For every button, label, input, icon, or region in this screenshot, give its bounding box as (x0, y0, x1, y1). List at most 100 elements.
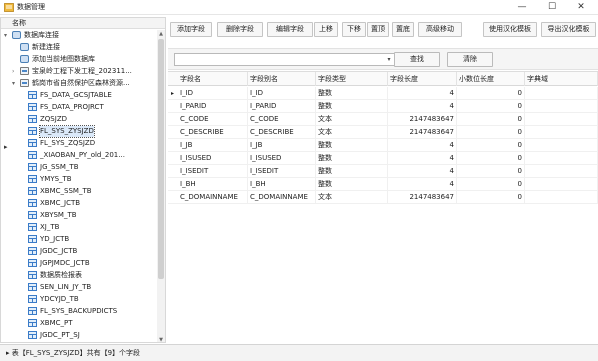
table-cell[interactable]: 0 (457, 139, 525, 152)
table-cell[interactable]: I_ID (178, 87, 248, 100)
table-cell[interactable]: C_DOMAINNAME (248, 191, 316, 204)
toolbar-button[interactable]: 上移 (314, 22, 338, 37)
table-cell[interactable] (525, 152, 598, 165)
toolbar-button[interactable]: 使用汉化模板 (483, 22, 537, 37)
toolbar-button[interactable]: 置顶 (367, 22, 389, 37)
tree-item[interactable]: JGDC_PT_SJ (1, 330, 157, 341)
scroll-down-icon[interactable]: ▼ (157, 336, 165, 342)
tree-item[interactable]: YMYS_TB (1, 174, 157, 185)
table-cell[interactable] (525, 87, 598, 100)
expand-arrow-icon[interactable]: › (12, 66, 14, 77)
tree-item[interactable]: XJ_TB (1, 222, 157, 233)
table-cell[interactable]: I_JB (248, 139, 316, 152)
table-cell[interactable]: 2147483647 (388, 113, 457, 126)
scrollbar-thumb[interactable] (158, 39, 164, 279)
table-cell[interactable]: I_BH (248, 178, 316, 191)
table-cell[interactable]: 整数 (316, 100, 388, 113)
table-row[interactable]: I_BH I_BH 整数 4 0 (168, 178, 598, 191)
table-row[interactable]: I_PARID I_PARID 整数 4 0 (168, 100, 598, 113)
find-button[interactable]: 查找 (394, 52, 440, 67)
table-row[interactable]: C_CODE C_CODE 文本 2147483647 0 (168, 113, 598, 126)
tree-item[interactable]: FS_DATA_PROJRCT (1, 102, 157, 113)
tree-item[interactable]: JG_SSM_TB (1, 162, 157, 173)
expand-arrow-icon[interactable]: ▾ (4, 30, 7, 41)
table-cell[interactable]: 4 (388, 139, 457, 152)
table-cell[interactable]: I_PARID (248, 100, 316, 113)
table-cell[interactable]: 文本 (316, 191, 388, 204)
table-cell[interactable]: 0 (457, 191, 525, 204)
table-cell[interactable]: 整数 (316, 178, 388, 191)
table-cell[interactable]: 4 (388, 100, 457, 113)
table-cell[interactable] (525, 178, 598, 191)
minimize-button[interactable]: — (507, 0, 537, 15)
table-cell[interactable]: 整数 (316, 87, 388, 100)
table-cell[interactable]: 0 (457, 165, 525, 178)
table-row[interactable]: I_ISEDIT I_ISEDIT 整数 4 0 (168, 165, 598, 178)
tree-item[interactable]: SEN_LIN_JY_TB (1, 282, 157, 293)
table-row[interactable]: ▸ I_ID I_ID 整数 4 0 (168, 87, 598, 100)
tree-item[interactable]: XBMC_PT (1, 318, 157, 329)
toolbar-button[interactable]: 编辑字段 (267, 22, 313, 37)
toolbar-button[interactable]: 导出汉化模板 (541, 22, 596, 37)
table-cell[interactable]: I_ISEDIT (248, 165, 316, 178)
table-cell[interactable]: I_JB (178, 139, 248, 152)
table-cell[interactable]: 2147483647 (388, 191, 457, 204)
table-cell[interactable]: 0 (457, 126, 525, 139)
table-cell[interactable]: I_PARID (178, 100, 248, 113)
table-cell[interactable]: C_DOMAINNAME (178, 191, 248, 204)
table-cell[interactable]: 0 (457, 100, 525, 113)
tree-item[interactable]: ▾ 鹤岗市省自然保护区森林资源... (1, 78, 157, 89)
toolbar-button[interactable]: 下移 (342, 22, 366, 37)
tree-item[interactable]: › 宝泉岭工程下发工程_202311... (1, 66, 157, 77)
table-cell[interactable]: C_DESCRIBE (178, 126, 248, 139)
table-row[interactable]: C_DOMAINNAME C_DOMAINNAME 文本 2147483647 0 (168, 191, 598, 204)
table-cell[interactable]: 文本 (316, 113, 388, 126)
search-combo[interactable]: ▾ (174, 53, 396, 66)
table-cell[interactable]: 0 (457, 87, 525, 100)
column-header[interactable]: 小数位长度 (457, 72, 525, 86)
table-cell[interactable]: I_ID (248, 87, 316, 100)
tree-item[interactable]: 数据质检报表 (1, 270, 157, 281)
tree-item[interactable]: FL_SYS_ZQSJZD (1, 138, 157, 149)
table-cell[interactable] (525, 139, 598, 152)
tree-item[interactable]: XBYSM_TB (1, 210, 157, 221)
expand-arrow-icon[interactable]: ▾ (12, 78, 15, 89)
table-cell[interactable] (525, 113, 598, 126)
tree-scrollbar[interactable]: ▲ ▼ (157, 30, 165, 342)
table-cell[interactable]: 4 (388, 165, 457, 178)
table-cell[interactable]: 4 (388, 87, 457, 100)
table-cell[interactable]: 整数 (316, 139, 388, 152)
toolbar-button[interactable]: 删除字段 (217, 22, 263, 37)
tree-item[interactable]: 新建连接 (1, 42, 157, 53)
table-cell[interactable]: 0 (457, 178, 525, 191)
clear-button[interactable]: 清除 (447, 52, 493, 67)
tree-item[interactable]: YDCYJD_TB (1, 294, 157, 305)
toolbar-button[interactable]: 置底 (392, 22, 414, 37)
table-row[interactable]: I_ISUSED I_ISUSED 整数 4 0 (168, 152, 598, 165)
tree-item[interactable]: FL_SYS_ZYSJZD (1, 125, 157, 138)
table-cell[interactable] (525, 191, 598, 204)
table-cell[interactable]: 整数 (316, 152, 388, 165)
table-cell[interactable]: 4 (388, 178, 457, 191)
table-cell[interactable]: 4 (388, 152, 457, 165)
table-cell[interactable] (525, 100, 598, 113)
table-cell[interactable]: 2147483647 (388, 126, 457, 139)
tree-item[interactable]: ▾ 数据库连接 (1, 30, 157, 41)
close-button[interactable]: ✕ (566, 0, 596, 15)
column-header[interactable]: 字段类型 (316, 72, 388, 86)
tree-item[interactable]: XBMC_JCTB (1, 198, 157, 209)
table-cell[interactable]: C_CODE (248, 113, 316, 126)
table-cell[interactable]: I_ISUSED (248, 152, 316, 165)
table-cell[interactable]: 文本 (316, 126, 388, 139)
table-cell[interactable]: C_DESCRIBE (248, 126, 316, 139)
table-cell[interactable]: C_CODE (178, 113, 248, 126)
column-header[interactable]: 字典域 (525, 72, 598, 86)
table-row[interactable]: I_JB I_JB 整数 4 0 (168, 139, 598, 152)
tree-item[interactable]: JGDC_JCTB (1, 246, 157, 257)
column-header[interactable]: 字段长度 (388, 72, 457, 86)
tree-item[interactable]: ZQSJZD (1, 114, 157, 125)
tree-item[interactable]: _XIAOBAN_PY_old_201... (1, 150, 157, 161)
column-header[interactable]: 字段名 (178, 72, 248, 86)
table-cell[interactable]: 整数 (316, 165, 388, 178)
toolbar-button[interactable]: 高级移动 (418, 22, 462, 37)
